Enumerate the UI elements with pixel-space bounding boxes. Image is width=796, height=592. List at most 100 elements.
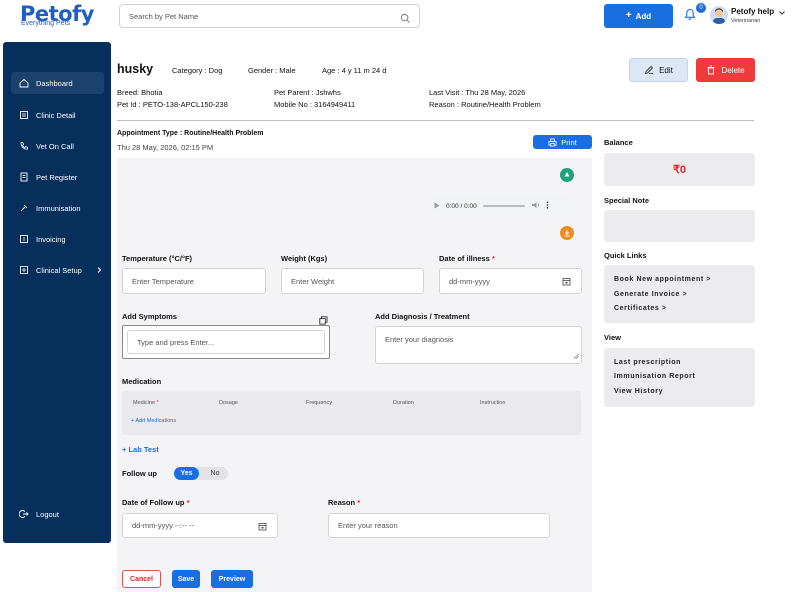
required-mark: * — [187, 498, 190, 507]
audio-player[interactable]: 0:00 / 0:00 — [426, 195, 576, 217]
pet-last-visit: Last Visit : Thu 28 May, 2026 — [429, 88, 525, 97]
followup-reason-input[interactable] — [338, 521, 549, 530]
followup-date-field — [122, 513, 278, 538]
sidebar-item-immunisation[interactable]: Immunisation — [11, 197, 104, 219]
view-history-link[interactable]: View History — [614, 388, 663, 395]
logout-button[interactable]: Logout — [11, 503, 104, 525]
medication-label: Medication — [122, 377, 161, 386]
medication-col-medicine-label: Medicine — [133, 400, 155, 406]
sidebar-item-label: Clinic Detail — [36, 111, 76, 120]
pet-category: Category : Dog — [172, 66, 222, 75]
illness-date-field — [439, 268, 582, 294]
search-input[interactable] — [120, 5, 390, 27]
user-role: Veterinarian — [731, 18, 760, 24]
edit-button[interactable]: Edit — [629, 58, 688, 82]
cancel-button[interactable]: Cancel — [122, 570, 161, 588]
search-icon[interactable] — [400, 11, 411, 29]
follow-up-yes[interactable]: Yes — [174, 467, 199, 480]
chevron-down-icon[interactable] — [778, 9, 786, 19]
temperature-input[interactable] — [132, 277, 265, 286]
follow-up-no[interactable]: No — [204, 467, 226, 480]
view-box: Last prescription Immunisation Report Vi… — [604, 348, 755, 407]
immunisation-report-link[interactable]: Immunisation Report — [614, 373, 695, 380]
diagnosis-textarea[interactable]: Enter your diagnosis — [385, 335, 453, 344]
temperature-field — [122, 268, 266, 294]
print-button[interactable]: Print — [533, 135, 592, 149]
logout-icon — [19, 509, 29, 519]
diagnosis-field: Enter your diagnosis — [375, 326, 582, 364]
view-label: View — [604, 333, 621, 342]
illness-date-label: Date of illness * — [439, 254, 495, 263]
balance-label: Balance — [604, 138, 633, 147]
followup-reason-field — [328, 513, 550, 538]
sidebar-item-label: Pet Register — [36, 173, 77, 182]
medication-col-duration: Duration — [393, 400, 414, 406]
sidebar-item-dashboard[interactable]: Dashboard — [11, 72, 104, 94]
sidebar: Dashboard Clinic Detail Vet On Call Pet … — [3, 42, 111, 543]
quick-links-box: Book New appointment > Generate Invoice … — [604, 265, 755, 323]
sidebar-item-clinic-detail[interactable]: Clinic Detail — [11, 104, 104, 126]
divider — [117, 120, 754, 121]
certificates-link[interactable]: Certificates > — [614, 305, 667, 312]
symptoms-box — [122, 325, 330, 359]
phone-icon — [19, 141, 29, 151]
pet-name: husky — [117, 62, 153, 76]
weight-field — [281, 268, 424, 294]
user-name[interactable]: Petofy help — [731, 7, 774, 16]
followup-reason-label: Reason * — [328, 498, 360, 507]
medication-col-frequency: Frequency — [306, 400, 332, 406]
delete-button[interactable]: Delete — [696, 58, 755, 82]
chevron-right-icon — [95, 266, 103, 274]
add-button[interactable]: + Add — [604, 4, 673, 28]
upload-icon[interactable] — [560, 168, 574, 182]
pet-id: Pet Id : PETO-138-APCL150-238 — [117, 100, 228, 109]
balance-value: ₹0 — [604, 153, 755, 186]
pencil-icon — [644, 65, 654, 75]
followup-date-label-text: Date of Follow up — [122, 498, 185, 507]
symptoms-field — [127, 330, 325, 354]
sidebar-item-label: Invoicing — [36, 235, 66, 244]
temperature-label: Temperature (°C/°F) — [122, 254, 192, 263]
pet-gender: Gender : Male — [248, 66, 296, 75]
sidebar-item-label: Dashboard — [36, 79, 73, 88]
add-medications-link[interactable]: + Add Medications — [131, 418, 176, 424]
search-box — [119, 4, 420, 28]
symptoms-input[interactable] — [137, 338, 324, 347]
weight-input[interactable] — [291, 277, 423, 286]
sidebar-item-clinical-setup[interactable]: Clinical Setup — [11, 259, 104, 281]
last-prescription-link[interactable]: Last prescription — [614, 359, 681, 366]
sidebar-item-vet-on-call[interactable]: Vet On Call — [11, 135, 104, 157]
followup-date-input[interactable] — [132, 521, 277, 530]
logout-label: Logout — [36, 510, 59, 519]
pet-mobile: Mobile No : 3164949411 — [274, 100, 355, 109]
sidebar-item-label: Clinical Setup — [36, 266, 82, 275]
illness-date-label-text: Date of illness — [439, 254, 490, 263]
audio-progress[interactable] — [483, 205, 525, 207]
sidebar-item-pet-register[interactable]: Pet Register — [11, 166, 104, 188]
pet-visit-reason: Reason : Routine/Health Problem — [429, 100, 541, 109]
required-mark: * — [157, 400, 159, 406]
preview-button[interactable]: Preview — [211, 570, 253, 588]
calendar-icon[interactable] — [258, 522, 267, 533]
symptoms-label: Add Symptoms — [122, 312, 177, 321]
book-appointment-link[interactable]: Book New appointment > — [614, 276, 711, 283]
save-button[interactable]: Save — [172, 570, 200, 588]
generate-invoice-link[interactable]: Generate Invoice > — [614, 291, 687, 298]
bell-icon[interactable] — [684, 8, 696, 26]
followup-reason-label-text: Reason — [328, 498, 355, 507]
volume-icon[interactable] — [531, 201, 540, 211]
more-icon[interactable] — [546, 201, 549, 211]
lab-test-link[interactable]: + Lab Test — [122, 445, 159, 454]
sidebar-item-label: Vet On Call — [36, 142, 74, 151]
pet-breed: Breed: Bhotia — [117, 88, 162, 97]
diagnosis-label: Add Diagnosis / Treatment — [375, 312, 470, 321]
brand-tagline: Everything Pets — [21, 20, 70, 27]
avatar[interactable] — [710, 6, 728, 24]
download-icon[interactable] — [560, 226, 574, 240]
play-icon[interactable] — [434, 202, 440, 211]
special-note-box[interactable] — [604, 210, 755, 242]
sidebar-item-invoicing[interactable]: Invoicing — [11, 228, 104, 250]
trash-icon — [706, 65, 716, 75]
resize-handle-icon[interactable] — [573, 352, 579, 361]
calendar-icon[interactable] — [562, 277, 571, 288]
